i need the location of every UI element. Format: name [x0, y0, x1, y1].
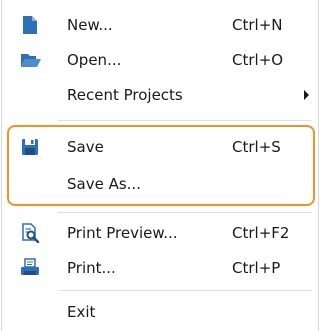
menu-item-save[interactable]: Save Ctrl+S — [2, 129, 318, 165]
open-folder-icon — [20, 50, 41, 70]
menu-item-save-as[interactable]: Save As... — [2, 166, 318, 202]
print-preview-icon — [20, 223, 40, 243]
menu-item-shortcut: Ctrl+F2 — [232, 224, 290, 242]
menu-item-shortcut: Ctrl+O — [232, 51, 284, 69]
menu-item-exit[interactable]: Exit — [2, 294, 318, 330]
menu-separator — [58, 120, 312, 121]
menu-item-print[interactable]: Print... Ctrl+P — [2, 250, 318, 286]
menu-item-label: Exit — [67, 303, 96, 321]
menu-separator — [58, 212, 312, 213]
menu-item-recent-projects[interactable]: Recent Projects — [2, 77, 318, 113]
save-icon — [20, 137, 40, 157]
printer-icon — [20, 258, 40, 278]
menu-item-print-preview[interactable]: Print Preview... Ctrl+F2 — [2, 215, 318, 251]
menu-item-shortcut: Ctrl+P — [232, 259, 281, 277]
menu-item-label: Save As... — [67, 175, 141, 193]
menu-item-label: Save — [67, 138, 104, 156]
submenu-arrow-icon — [304, 90, 309, 100]
menu-item-new[interactable]: New... Ctrl+N — [2, 7, 318, 43]
menu-item-label: Recent Projects — [67, 86, 183, 104]
menu-item-label: Open... — [67, 51, 122, 69]
menu-item-shortcut: Ctrl+S — [232, 138, 281, 156]
menu-item-label: Print... — [67, 259, 116, 277]
file-menu: New... Ctrl+N Open... Ctrl+O Recent Proj… — [1, 0, 319, 331]
menu-item-label: Print Preview... — [67, 224, 178, 242]
menu-item-label: New... — [67, 16, 113, 34]
menu-separator — [58, 290, 312, 291]
menu-item-shortcut: Ctrl+N — [232, 16, 283, 34]
new-file-icon — [20, 15, 40, 35]
menu-item-open[interactable]: Open... Ctrl+O — [2, 42, 318, 78]
